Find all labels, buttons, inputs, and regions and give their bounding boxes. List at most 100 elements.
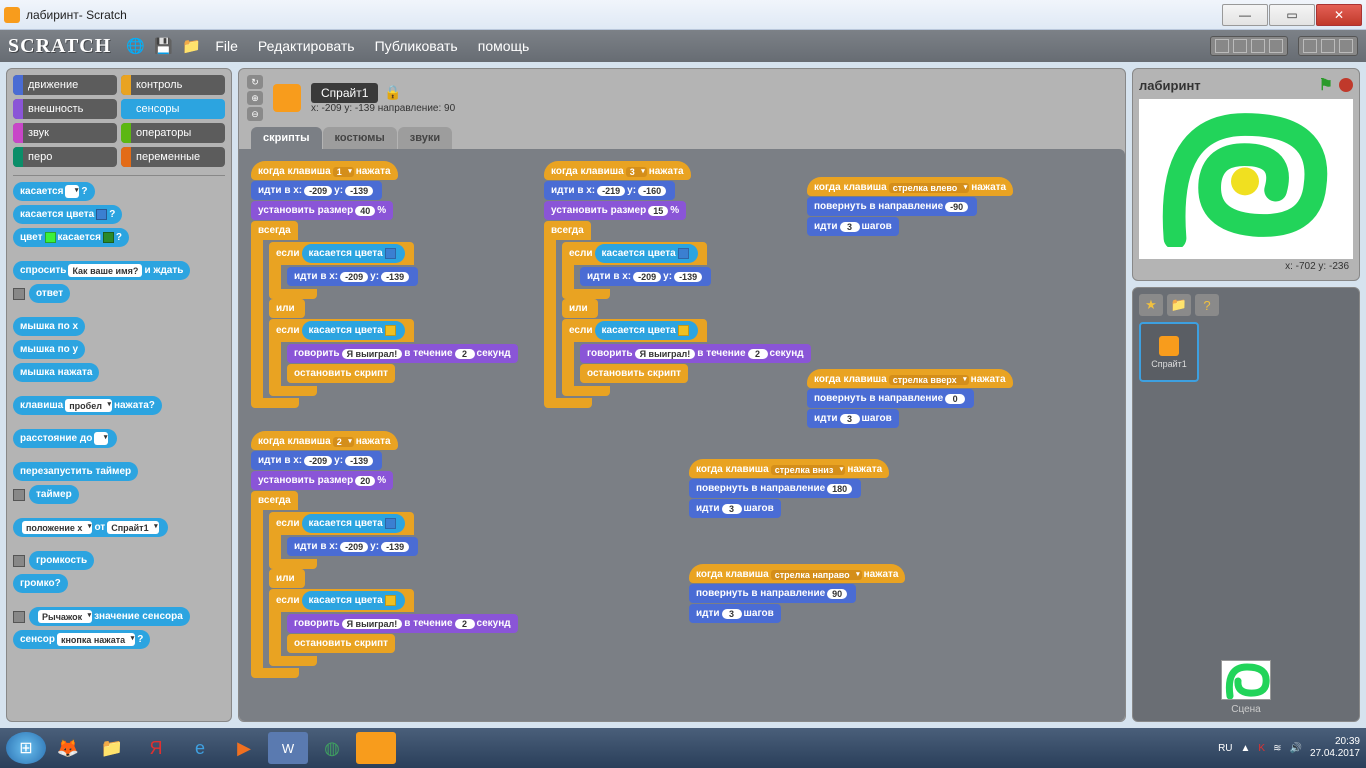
tray-flag-icon[interactable]: ▲ [1241, 743, 1251, 754]
taskbar-media-icon[interactable]: ▶ [224, 732, 264, 764]
sprite-name-field[interactable]: Спрайт1 [311, 83, 378, 103]
surprise-sprite-icon[interactable]: ? [1195, 294, 1219, 316]
taskbar-firefox-icon[interactable]: 🦊 [48, 732, 88, 764]
stack-key3[interactable]: когда клавиша3нажата идти в x:-219y:-160… [544, 161, 811, 408]
close-button[interactable]: ✕ [1316, 4, 1362, 26]
green-flag-icon[interactable]: ⚑ [1319, 75, 1333, 95]
stage-title: лабиринт [1139, 78, 1201, 93]
sprite-header: ↻ ⊕ ⊖ Спрайт1 🔒 x: -209 y: -139 направле… [239, 69, 1125, 127]
zoom-out-icon[interactable]: ⊕ [247, 91, 263, 105]
tray-sound-icon[interactable]: 🔊 [1289, 743, 1301, 754]
taskbar-clock[interactable]: 20:39 27.04.2017 [1310, 736, 1360, 760]
zoom-reset-icon[interactable]: ⊖ [247, 107, 263, 121]
shrink-icon[interactable] [1269, 39, 1283, 53]
block-lever-sensor[interactable]: Рычажокзначение сенсора [13, 607, 225, 626]
palette-blocks: касается ? касается цвета? цветкасается?… [13, 175, 225, 649]
tab-sounds[interactable]: звуки [398, 127, 452, 149]
taskbar-scratch-icon[interactable] [356, 732, 396, 764]
stack-down-arrow[interactable]: когда клавишастрелка внизнажата повернут… [689, 459, 889, 519]
block-reset-timer[interactable]: перезапустить таймер [13, 462, 138, 481]
stack-right-arrow[interactable]: когда клавишастрелка направонажата повер… [689, 564, 905, 624]
choose-sprite-icon[interactable]: 📁 [1167, 294, 1191, 316]
block-position-of[interactable]: положение xотСпрайт1 [13, 518, 168, 537]
menu-edit[interactable]: Редактировать [258, 38, 355, 54]
scene-thumb[interactable] [1221, 660, 1271, 700]
block-timer[interactable]: таймер [13, 485, 225, 504]
block-mousex[interactable]: мышка по x [13, 317, 85, 336]
block-color-touching[interactable]: цветкасается? [13, 228, 129, 247]
cat-operators[interactable]: операторы [121, 123, 225, 143]
block-palette: движение контроль внешность сенсоры звук… [6, 68, 232, 722]
menu-file[interactable]: File [215, 38, 238, 54]
script-canvas[interactable]: когда клавиша1нажата идти в x:-209y:-139… [239, 149, 1125, 721]
tray-network-icon[interactable]: ≋ [1273, 743, 1281, 754]
scratch-toolbar: SCRATCH 🌐 💾 📁 File Редактировать Публико… [0, 30, 1366, 62]
taskbar-yandex-icon[interactable]: Я [136, 732, 176, 764]
cut-icon[interactable] [1233, 39, 1247, 53]
stack-left-arrow[interactable]: когда клавишастрелка влевонажата поверну… [807, 177, 1013, 237]
sprite-panel: ★ 📁 ? Спрайт1 Сцена [1132, 287, 1360, 722]
block-mousey[interactable]: мышка по y [13, 340, 85, 359]
windows-taskbar: ⊞ 🦊 📁 Я e ▶ W ◍ RU ▲ K ≋ 🔊 20:39 27.04.2… [0, 728, 1366, 768]
block-answer[interactable]: ответ [13, 284, 225, 303]
present-icon[interactable] [1339, 39, 1353, 53]
minimize-button[interactable]: — [1222, 4, 1268, 26]
menu-help[interactable]: помощь [478, 38, 530, 54]
globe-icon[interactable]: 🌐 [125, 36, 145, 56]
scene-label: Сцена [1231, 704, 1260, 715]
lock-icon[interactable]: 🔒 [384, 84, 401, 101]
open-icon[interactable]: 📁 [181, 36, 201, 56]
stop-icon[interactable] [1339, 78, 1353, 92]
cat-motion[interactable]: движение [13, 75, 117, 95]
stack-key1[interactable]: когда клавиша1нажата идти в x:-209y:-139… [251, 161, 518, 408]
sprite-thumb[interactable]: Спрайт1 [1139, 322, 1199, 382]
sprite-coords: x: -209 y: -139 направление: 90 [311, 103, 455, 114]
block-loudness[interactable]: громкость [13, 551, 225, 570]
category-grid: движение контроль внешность сенсоры звук… [13, 75, 225, 167]
small-stage-icon[interactable] [1303, 39, 1317, 53]
block-keypressed[interactable]: клавишапробелнажата? [13, 396, 162, 415]
sprite-tabs: скрипты костюмы звуки [239, 127, 1125, 149]
stage-size-group[interactable] [1298, 36, 1358, 56]
maze-drawing [1155, 107, 1335, 247]
tray-k-icon[interactable]: K [1258, 743, 1265, 754]
script-area: ↻ ⊕ ⊖ Спрайт1 🔒 x: -209 y: -139 направле… [238, 68, 1126, 722]
cat-pen[interactable]: перо [13, 147, 117, 167]
stack-key2[interactable]: когда клавиша2нажата идти в x:-209y:-139… [251, 431, 518, 678]
taskbar-explorer-icon[interactable]: 📁 [92, 732, 132, 764]
cat-sound[interactable]: звук [13, 123, 117, 143]
block-ask[interactable]: спроситьКак ваше имя?и ждать [13, 261, 190, 280]
stack-up-arrow[interactable]: когда клавишастрелка вверхнажата поверну… [807, 369, 1013, 429]
taskbar-word-icon[interactable]: W [268, 732, 308, 764]
taskbar-chart-icon[interactable]: ◍ [312, 732, 352, 764]
maximize-button[interactable]: ▭ [1269, 4, 1315, 26]
start-button[interactable]: ⊞ [6, 732, 46, 764]
app-icon [4, 7, 20, 23]
stage-view[interactable] [1139, 99, 1353, 259]
cat-control[interactable]: контроль [121, 75, 225, 95]
duplicate-icon[interactable] [1215, 39, 1229, 53]
block-sensor-button[interactable]: сенсоркнопка нажата? [13, 630, 150, 649]
zoom-in-icon[interactable]: ↻ [247, 75, 263, 89]
save-icon[interactable]: 💾 [153, 36, 173, 56]
paint-sprite-icon[interactable]: ★ [1139, 294, 1163, 316]
tab-costumes[interactable]: костюмы [323, 127, 397, 149]
taskbar-lang[interactable]: RU [1218, 743, 1232, 754]
cat-variables[interactable]: переменные [121, 147, 225, 167]
block-mousedown[interactable]: мышка нажата [13, 363, 99, 382]
cat-looks[interactable]: внешность [13, 99, 117, 119]
cat-icon [1159, 336, 1179, 356]
menu-publish[interactable]: Публиковать [375, 38, 458, 54]
tool-group-edit[interactable] [1210, 36, 1288, 56]
stage-mouse-coord: x: -702 y: -236 [1139, 259, 1353, 274]
tab-scripts[interactable]: скрипты [251, 127, 322, 149]
block-distance[interactable]: расстояние до [13, 429, 117, 448]
scratch-logo: SCRATCH [8, 35, 111, 58]
block-touching[interactable]: касается ? [13, 182, 95, 201]
block-loud[interactable]: громко? [13, 574, 68, 593]
large-stage-icon[interactable] [1321, 39, 1335, 53]
block-touching-color[interactable]: касается цвета? [13, 205, 122, 224]
grow-icon[interactable] [1251, 39, 1265, 53]
taskbar-ie-icon[interactable]: e [180, 732, 220, 764]
cat-sensing[interactable]: сенсоры [121, 99, 225, 119]
